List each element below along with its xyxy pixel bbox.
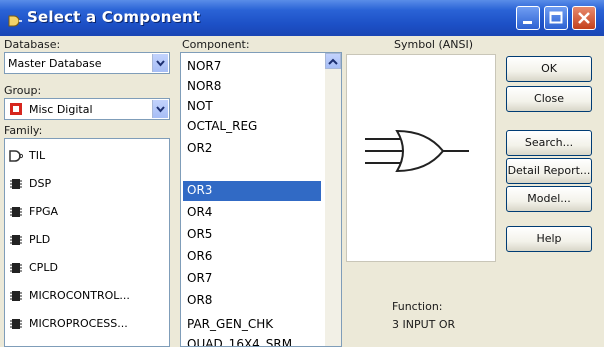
- family-item-pld[interactable]: PLD: [7, 229, 165, 251]
- component-item[interactable]: OR6: [183, 247, 321, 267]
- scroll-up-button[interactable]: [325, 53, 341, 69]
- component-item-selected[interactable]: OR3: [183, 181, 321, 201]
- family-item-til[interactable]: TIL: [7, 145, 165, 167]
- close-dialog-button[interactable]: Close: [506, 86, 592, 112]
- or-gate-icon: [365, 129, 469, 173]
- group-label: Group:: [4, 84, 42, 97]
- family-item-dsp[interactable]: DSP: [7, 173, 165, 195]
- title-bar[interactable]: Select a Component: [0, 0, 604, 36]
- symbol-preview: [346, 54, 496, 262]
- component-item[interactable]: NOR8: [183, 77, 321, 97]
- component-item[interactable]: OR7: [183, 269, 321, 289]
- family-item-microcontrol[interactable]: MICROCONTROL...: [7, 285, 165, 307]
- symbol-label: Symbol (ANSI): [394, 38, 474, 51]
- window-title: Select a Component: [27, 8, 201, 26]
- model-button[interactable]: Model...: [506, 186, 592, 212]
- component-item[interactable]: OR4: [183, 203, 321, 223]
- database-select[interactable]: Master Database: [4, 52, 170, 74]
- minimize-button[interactable]: [516, 6, 540, 30]
- database-value: Master Database: [8, 57, 102, 70]
- family-label: Family:: [4, 124, 43, 137]
- family-list[interactable]: TIL DSP FPGA PLD CPLD MICROCONTROL... MI…: [4, 138, 170, 347]
- group-select[interactable]: Misc Digital: [4, 98, 170, 120]
- search-button[interactable]: Search...: [506, 130, 592, 156]
- close-button[interactable]: [572, 6, 596, 30]
- component-item[interactable]: NOT: [183, 97, 321, 117]
- chip-icon: [9, 205, 23, 219]
- chip-icon: [9, 261, 23, 275]
- component-item[interactable]: OR2: [183, 139, 321, 159]
- gate-icon: [8, 12, 22, 27]
- chevron-down-icon[interactable]: [152, 54, 168, 72]
- group-value: Misc Digital: [29, 103, 93, 116]
- chevron-up-icon: [328, 58, 338, 65]
- function-label: Function:: [392, 300, 443, 313]
- help-button[interactable]: Help: [506, 226, 592, 252]
- component-item[interactable]: OR5: [183, 225, 321, 245]
- chip-icon: [9, 233, 23, 247]
- component-item[interactable]: QUAD_16X4_SRM: [183, 335, 321, 346]
- family-item-cpld[interactable]: CPLD: [7, 257, 165, 279]
- group-icon: [9, 102, 23, 116]
- chevron-down-icon[interactable]: [152, 100, 168, 118]
- component-item[interactable]: PAR_GEN_CHK: [183, 315, 321, 335]
- component-item[interactable]: OCTAL_REG: [183, 117, 321, 137]
- chip-icon: [9, 317, 23, 331]
- component-label: Component:: [182, 38, 250, 51]
- chip-icon: [9, 289, 23, 303]
- component-item[interactable]: OR8: [183, 291, 321, 311]
- component-scrollbar[interactable]: [325, 53, 341, 346]
- component-list[interactable]: NOR7 NOR8 NOT OCTAL_REG OR2 OR3 OR4 OR5 …: [180, 52, 342, 347]
- database-label: Database:: [4, 38, 61, 51]
- gate-icon: [9, 149, 24, 163]
- detail-report-button[interactable]: Detail Report...: [506, 158, 592, 184]
- maximize-button[interactable]: [544, 6, 568, 30]
- family-item-fpga[interactable]: FPGA: [7, 201, 165, 223]
- family-item-microprocess[interactable]: MICROPROCESS...: [7, 313, 165, 335]
- component-item[interactable]: NOR7: [183, 57, 321, 77]
- ok-button[interactable]: OK: [506, 56, 592, 82]
- select-component-dialog: Select a Component Database: Master Data…: [0, 0, 604, 347]
- function-value: 3 INPUT OR: [392, 318, 456, 331]
- chip-icon: [9, 177, 23, 191]
